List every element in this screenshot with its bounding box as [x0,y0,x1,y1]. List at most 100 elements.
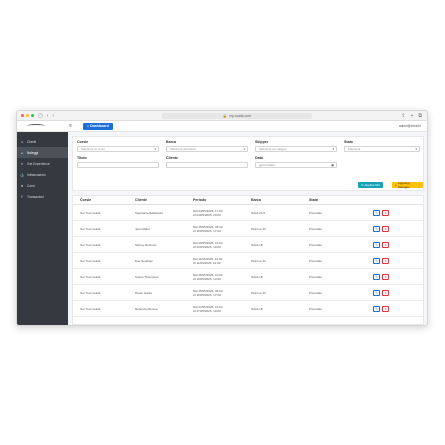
corsie-select[interactable]: Seleziona un corso ▾ [77,146,159,152]
share-icon[interactable]: ⇪ [401,111,405,121]
cell-stato: Prenotato [309,242,323,247]
data-input[interactable]: gg/mm/aaaa ▣ [255,162,337,168]
star-icon: ★ [20,161,24,166]
dashboard-button[interactable]: ⌂ Dashboard [82,122,113,130]
cell-stato: Prenotato [309,210,323,215]
column-header-cliente[interactable]: Cliente [135,198,147,202]
delete-icon[interactable]: ✕ [382,225,389,232]
cell-barca: Patrone 22 [251,258,266,263]
maximize-window-button[interactable] [31,114,34,117]
sidebar-item-get-experience[interactable]: ★ Get Experience [17,158,68,169]
delete-icon[interactable]: ✕ [382,305,389,312]
cliente-filter-label: Cliente [166,156,178,160]
sidebar-item-transazioni[interactable]: € Transazioni [17,191,68,202]
filter-icon: ⊙ [361,183,364,187]
browser-chrome: ▢ ‹ › 🔒 my-roads.com ⇪ + ⧉ [17,111,427,121]
cell-cliente: Sidney Rehman [135,242,157,247]
apply-filters-button[interactable]: ⊙ Applica filtri [358,182,383,188]
sidebar-item-corsi[interactable]: ■ Corsi [17,180,68,191]
delete-icon[interactable]: ✕ [382,289,389,296]
table-row: Get Your Guide Sidney Rehman Dal 20/05/2… [73,237,423,253]
book-icon: ■ [20,183,24,188]
skipper-select[interactable]: Seleziona uno skipper ▾ [255,146,337,152]
edit-icon[interactable]: ✎ [373,241,380,248]
cell-cliente: Daren Gates [135,290,153,295]
cell-cliente: Rebecca Monroe [135,306,158,311]
minimize-window-button[interactable] [26,114,29,117]
cell-corso: Get Your Guide [80,306,101,311]
url-text: my-roads.com [229,114,252,118]
cell-periodo: Dal 11/06/2025, 10:00 Al 11/06/2025, 14:0… [193,256,223,265]
cell-corso: Get Your Guide [80,290,101,295]
chevron-down-icon: ▾ [154,147,156,151]
cell-barca: Patrone 23 [251,290,266,295]
table-row: Get Your Guide Stephanie Baldassini Dal … [73,205,423,221]
cell-periodo: Dal 27/05/2025, 16:00 Al 27/05/2025, 19:0… [193,304,223,313]
calendar-icon[interactable]: ▣ [331,163,334,167]
sidebar-item-imbarcazioni[interactable]: ⚓ Imbarcazioni [17,169,68,180]
close-window-button[interactable] [21,114,24,117]
table-row: Get Your Guide Rebecca Monroe Dal 27/05/… [73,301,423,317]
column-header-stato[interactable]: Stato [309,198,318,202]
sidebar-icon[interactable]: ▢ [38,111,43,121]
plus-icon: + [395,183,397,187]
new-tab-icon[interactable]: + [411,111,414,121]
cell-barca: Soleil 18 [251,242,263,247]
cliente-input[interactable] [166,162,248,168]
cell-cliente: Susan Thompson [135,274,159,279]
delete-icon[interactable]: ✕ [382,257,389,264]
user-email[interactable]: admin@email.it [399,124,421,128]
cell-cliente: Ene Southam [135,258,154,263]
edit-icon[interactable]: ✎ [373,225,380,232]
chevron-down-icon: ▾ [415,147,417,151]
table-header: Corsie Cliente Periodo Barca Stato [73,196,423,205]
add-rental-button[interactable]: + Aggiungi Noleggio [392,181,423,189]
cell-stato: Prenotato [309,306,323,311]
back-icon[interactable]: ‹ [47,111,49,121]
euro-icon: € [21,194,23,199]
forward-icon[interactable]: › [52,111,54,121]
skipper-filter-label: Skipper [255,140,269,144]
edit-icon[interactable]: ✎ [373,305,380,312]
table-row: Get Your Guide Susan Thompson Dal 16/05/… [73,269,423,285]
lock-icon: 🔒 [222,114,228,118]
delete-icon[interactable]: ✕ [382,241,389,248]
titolo-input[interactable] [77,162,159,168]
cell-cliente: Stephanie Baldassini [135,210,164,215]
stato-filter-label: Stato [344,140,353,144]
cell-cliente: Jean Marot [135,226,151,231]
cell-stato: Prenotato [309,258,323,263]
cell-periodo: Dal 04/05/2025, 17:00 Al 04/05/2025, 20:0… [193,208,223,217]
cell-barca: Soleil 18 [251,306,263,311]
rentals-table: Corsie Cliente Periodo Barca Stato Get Y… [72,195,424,325]
edit-icon[interactable]: ✎ [373,289,380,296]
tabs-icon[interactable]: ⧉ [418,111,422,121]
table-row: Get Your Guide Jean Marot Dal 15/05/2025… [73,221,423,237]
column-header-corsie[interactable]: Corsie [80,198,91,202]
column-header-barca[interactable]: Barca [251,198,261,202]
cell-barca: Patrone 23 [251,226,266,231]
cell-periodo: Dal 20/05/2025, 16:00 Al 20/05/2025, 19:0… [193,240,223,249]
main-content: Corsie Seleziona un corso ▾ Barca Selezi… [68,132,427,325]
sidebar-item-clienti[interactable]: ● Clienti [17,136,68,147]
sidebar: ● Clienti ▲ Noleggi ★ Get Experience ⚓ I… [17,132,68,325]
barca-filter-label: Barca [166,140,176,144]
delete-icon[interactable]: ✕ [382,273,389,280]
edit-icon[interactable]: ✎ [373,273,380,280]
table-row: Get Your Guide Daren Gates Dal 15/05/202… [73,285,423,301]
app-logo[interactable] [27,124,45,128]
window-controls [21,114,34,117]
address-bar[interactable]: 🔒 my-roads.com [162,113,312,119]
edit-icon[interactable]: ✎ [373,257,380,264]
stato-select[interactable]: Seleziona ▾ [344,146,420,152]
cell-stato: Prenotato [309,274,323,279]
menu-toggle-icon[interactable]: ≡ [69,123,72,129]
sidebar-item-noleggi[interactable]: ▲ Noleggi [17,147,68,158]
column-header-periodo[interactable]: Periodo [193,198,206,202]
anchor-icon: ⚓ [20,172,25,177]
browser-window: ▢ ‹ › 🔒 my-roads.com ⇪ + ⧉ ≡ ⌂ Dashboard… [16,110,428,326]
edit-icon[interactable]: ✎ [373,209,380,216]
app-topbar: ≡ ⌂ Dashboard admin@email.it [17,121,427,132]
delete-icon[interactable]: ✕ [382,209,389,216]
barca-select[interactable]: Seleziona una barca ▾ [166,146,248,152]
